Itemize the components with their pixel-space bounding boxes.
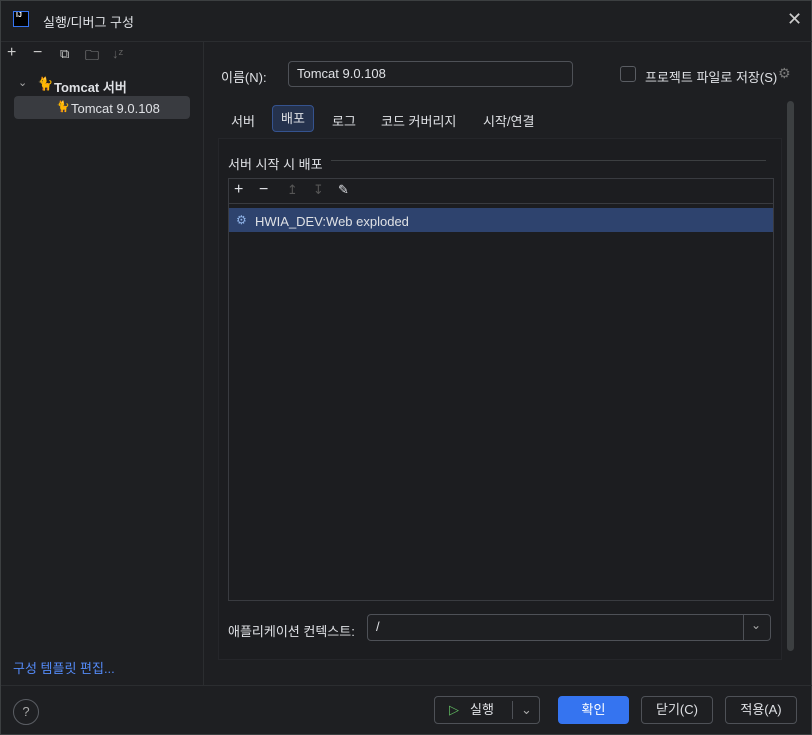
help-button[interactable]: ? [13, 699, 39, 725]
ok-button[interactable]: 확인 [558, 696, 629, 724]
section-title: 서버 시작 시 배포 [228, 157, 323, 172]
divider [512, 701, 513, 719]
tomcat-icon: 🐈 [56, 101, 70, 113]
move-down-icon[interactable]: ↧ [313, 182, 324, 198]
chevron-down-icon[interactable]: ⌄ [18, 76, 27, 89]
sort-icon[interactable]: ↓ᶻ [112, 46, 123, 61]
close-button[interactable]: 닫기(C) [641, 696, 713, 724]
divider [743, 615, 744, 640]
divider [1, 685, 812, 686]
divider [331, 160, 766, 161]
edit-templates-link[interactable]: 구성 템플릿 편집... [13, 658, 115, 677]
edit-icon[interactable]: ✎ [338, 182, 349, 198]
tree-group-tomcat[interactable]: Tomcat 서버 [54, 77, 127, 96]
list-item-label: HWIA_DEV:Web exploded [255, 214, 409, 229]
remove-icon[interactable]: − [33, 44, 42, 62]
tab-server[interactable]: 서버 [231, 111, 255, 130]
scrollbar[interactable] [787, 101, 794, 651]
add-icon[interactable]: + [7, 44, 16, 62]
divider [229, 203, 773, 204]
play-icon: ▷ [449, 702, 459, 717]
window-title: 실행/디버그 구성 [43, 15, 134, 30]
apply-button[interactable]: 적용(A) [725, 696, 797, 724]
run-label: 실행 [470, 702, 494, 717]
remove-icon[interactable]: − [259, 181, 268, 199]
tree-item-label: Tomcat 9.0.108 [71, 101, 160, 116]
context-combo[interactable]: / [367, 614, 771, 641]
app-logo: IJ [13, 11, 29, 27]
run-button[interactable]: ▷ 실행 ⌄ [434, 696, 540, 724]
tomcat-icon: 🐈 [37, 76, 54, 91]
chevron-down-icon[interactable]: ⌄ [751, 618, 761, 632]
store-label: 프로젝트 파일로 저장(S) [645, 70, 778, 85]
tab-startup[interactable]: 시작/연결 [483, 111, 534, 130]
move-up-icon[interactable]: ↥ [287, 182, 298, 198]
chevron-down-icon[interactable]: ⌄ [521, 697, 532, 723]
name-input[interactable]: Tomcat 9.0.108 [288, 61, 573, 87]
tab-logs[interactable]: 로그 [332, 111, 356, 130]
divider [203, 41, 204, 685]
close-icon[interactable]: ✕ [787, 9, 802, 30]
divider [1, 41, 812, 42]
add-icon[interactable]: + [234, 181, 243, 199]
context-value: / [376, 619, 380, 634]
new-folder-icon[interactable]: 🗀 [85, 45, 99, 69]
store-checkbox[interactable] [620, 66, 636, 82]
tab-code-coverage[interactable]: 코드 커버리지 [381, 111, 456, 130]
deploy-list [228, 178, 774, 601]
gear-icon[interactable]: ⚙ [778, 65, 791, 82]
copy-icon[interactable]: ⧉ [60, 46, 69, 62]
context-label: 애플리케이션 컨텍스트: [228, 624, 355, 639]
run-debug-config-dialog: IJ 실행/디버그 구성 ✕ + − ⧉ 🗀 ↓ᶻ ⌄ 🐈 Tomcat 서버 … [0, 0, 812, 735]
tab-deployment[interactable]: 배포 [272, 105, 314, 132]
artifact-icon: ⚙ [236, 213, 247, 227]
name-label: 이름(N): [221, 70, 267, 85]
